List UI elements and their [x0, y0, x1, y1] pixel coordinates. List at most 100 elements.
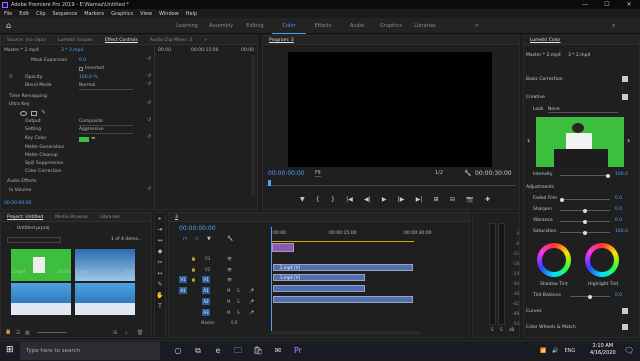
timeline-clip-a1[interactable] — [273, 285, 365, 292]
menu-file[interactable]: File — [4, 11, 12, 17]
zoom-slider[interactable] — [37, 332, 67, 333]
solo-button[interactable]: S — [237, 299, 240, 304]
workspace-effects[interactable]: Effects — [306, 18, 340, 34]
mic-icon[interactable]: 🎤 — [249, 288, 254, 293]
faded-film-value[interactable]: 0.0 — [615, 196, 622, 201]
creative-checkbox[interactable] — [622, 94, 628, 100]
play-button[interactable]: ▶ — [382, 196, 387, 206]
intensity-slider[interactable] — [560, 173, 610, 178]
search-icon[interactable]: ⌕ — [612, 22, 620, 30]
slider-knob[interactable] — [588, 294, 592, 299]
search-icon[interactable]: ⌕ — [125, 330, 128, 336]
tab-libraries[interactable]: Libraries — [94, 213, 125, 221]
workspace-learning[interactable]: Learning — [170, 18, 204, 34]
snap-icon[interactable]: ⊓ — [183, 236, 187, 242]
menu-sequence[interactable]: Sequence — [53, 11, 78, 17]
workspace-color[interactable]: Color — [272, 18, 306, 34]
notification-icon[interactable]: 🗨 — [624, 346, 634, 355]
timeline-clip-v2[interactable]: 2.mp4 [V] — [273, 264, 413, 271]
timeline-clip-graphic[interactable] — [272, 243, 294, 252]
menu-clip[interactable]: Clip — [36, 11, 45, 17]
chevron-left-icon[interactable]: ‹ — [527, 136, 530, 145]
section-creative[interactable]: Creative — [526, 95, 545, 100]
step-back-button[interactable]: ◀| — [364, 196, 371, 206]
tab-effect-controls[interactable]: Effect Controls — [99, 36, 144, 44]
project-thumb-1jpg[interactable] — [75, 249, 135, 281]
extract-button[interactable]: ⊟ — [450, 196, 455, 206]
tab-source[interactable]: Source: (no clips) — [1, 36, 52, 44]
mark-in-button[interactable]: { — [316, 196, 320, 206]
rectangle-mask-icon[interactable] — [31, 111, 37, 116]
reset-icon[interactable]: ↺ — [147, 186, 151, 192]
workspace-assembly[interactable]: Assembly — [204, 18, 238, 34]
track-select-tool-icon[interactable]: ⇥ — [155, 224, 165, 235]
ec-row-matte-cleanup[interactable]: Matte Cleanup — [25, 152, 58, 160]
network-icon[interactable]: 📶 — [540, 348, 546, 354]
mic-icon[interactable]: 🎤 — [249, 299, 254, 304]
mail-icon[interactable]: ✉ — [268, 341, 288, 361]
vibrance-slider[interactable] — [560, 219, 610, 224]
tabs-overflow-button[interactable]: » — [198, 36, 213, 44]
inverted-checkbox[interactable] — [79, 67, 83, 71]
shadow-tint-wheel[interactable] — [537, 243, 571, 277]
slider-knob[interactable] — [560, 197, 564, 202]
mute-button[interactable]: M — [227, 288, 230, 293]
reset-icon[interactable]: ↺ — [147, 100, 151, 106]
track-label-a1[interactable]: A1 — [202, 287, 210, 294]
close-button[interactable]: ✕ — [618, 0, 640, 9]
list-view-icon[interactable]: ☰ — [16, 330, 20, 336]
icon-view-icon[interactable]: ▦ — [25, 330, 30, 336]
workspace-editing[interactable]: Editing — [238, 18, 272, 34]
slip-tool-icon[interactable]: ↤ — [155, 268, 165, 279]
slider-knob[interactable] — [583, 219, 587, 224]
go-to-in-button[interactable]: |◀ — [346, 196, 353, 206]
ec-scrollbar[interactable] — [251, 55, 255, 195]
menu-view[interactable]: View — [140, 11, 152, 17]
pen-tool-icon[interactable]: ✎ — [155, 279, 165, 290]
task-view-icon[interactable]: ⧉ — [188, 341, 208, 361]
look-preview-thumbnail[interactable] — [536, 117, 624, 167]
sharpen-slider[interactable] — [560, 208, 610, 213]
slider-knob[interactable] — [583, 208, 587, 213]
lock-icon[interactable]: 🔒 — [5, 329, 11, 335]
workspace-libraries[interactable]: Libraries — [408, 18, 442, 34]
ec-row-ultra-key[interactable]: Ultra Key — [9, 101, 30, 109]
lock-icon[interactable]: 🔒 — [191, 277, 196, 282]
eye-icon[interactable]: 👁 — [227, 267, 232, 272]
reset-icon[interactable]: ↺ — [147, 81, 151, 87]
type-tool-icon[interactable]: T — [155, 301, 165, 312]
workspace-graphics[interactable]: Graphics — [374, 18, 408, 34]
wrench-icon[interactable]: 🔧 — [464, 170, 471, 177]
project-thumb-3[interactable] — [11, 283, 71, 315]
reset-icon[interactable]: ↺ — [147, 134, 151, 140]
solo-button[interactable]: S — [237, 288, 240, 293]
highlight-tint-wheel[interactable] — [585, 243, 619, 277]
vibrance-value[interactable]: 0.0 — [615, 218, 622, 223]
key-color-swatch[interactable] — [79, 137, 89, 142]
trash-icon[interactable]: 🗑 — [137, 330, 143, 336]
workspace-more-button[interactable]: » — [475, 18, 479, 34]
playback-resolution-dropdown[interactable]: 1/2 — [435, 170, 443, 176]
edge-icon[interactable]: e — [208, 341, 228, 361]
faded-film-slider[interactable] — [560, 197, 610, 202]
mic-icon[interactable]: 🎤 — [249, 310, 254, 315]
sharpen-value[interactable]: 0.0 — [615, 207, 622, 212]
project-thumb-2mp4[interactable] — [11, 249, 71, 281]
ec-timecode[interactable]: 00:00:00:00 — [4, 200, 31, 208]
menu-help[interactable]: Help — [186, 11, 197, 17]
basic-correction-checkbox[interactable] — [622, 76, 628, 82]
solo-left-button[interactable]: S — [491, 327, 494, 332]
new-item-icon[interactable]: ⊞ — [113, 330, 117, 336]
timeline-settings-icon[interactable]: 🔧 — [227, 236, 233, 242]
lumetri-master[interactable]: Master * 2.mp4 — [526, 53, 561, 58]
solo-right-button[interactable]: S — [500, 327, 503, 332]
zoom-fit-dropdown[interactable]: Fit — [315, 170, 321, 177]
track-label-v2[interactable]: V2 — [205, 267, 210, 272]
export-frame-button[interactable]: 📷 — [466, 196, 473, 206]
section-basic-correction[interactable]: Basic Correction — [526, 77, 563, 82]
language-indicator[interactable]: ENG — [564, 348, 575, 354]
lift-button[interactable]: ⊞ — [434, 196, 439, 206]
mute-button[interactable]: M — [227, 299, 230, 304]
mute-button[interactable]: M — [227, 310, 230, 315]
curves-checkbox[interactable] — [622, 308, 628, 314]
